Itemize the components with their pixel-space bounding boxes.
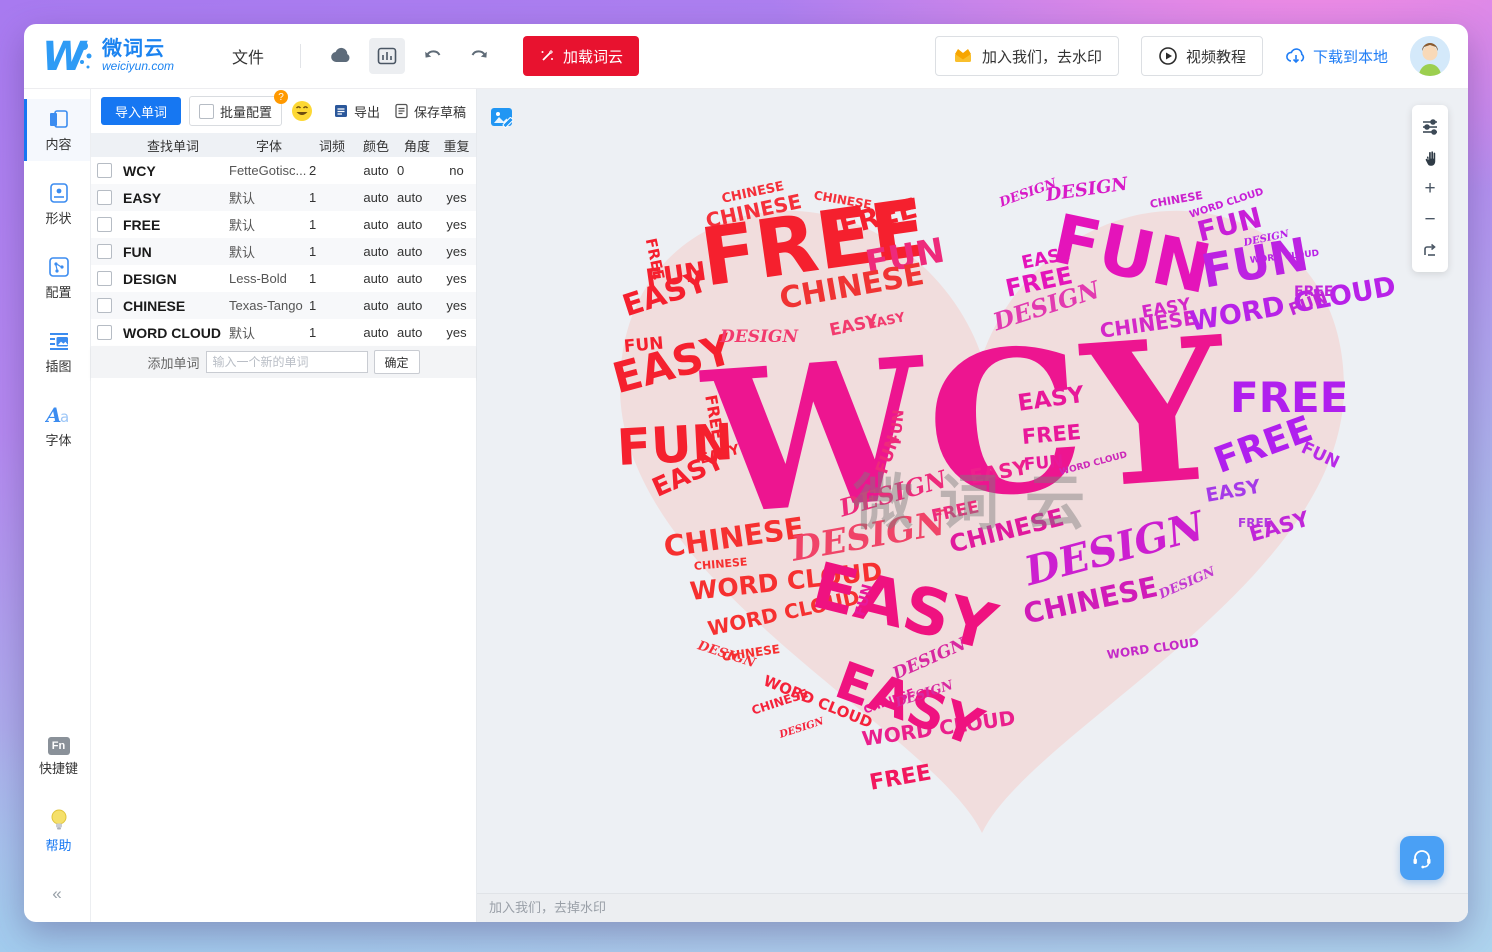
table-row[interactable]: WCY FetteGotisc... 2 auto 0 no: [91, 157, 476, 184]
sidebar-item-config[interactable]: 配置: [24, 247, 90, 309]
row-checkbox[interactable]: [96, 325, 112, 340]
download-local-link[interactable]: 下载到本地: [1285, 46, 1388, 67]
page-background: W 微词云 weiciyun.com 文件 加载词云 加入我们，去水印 视频教程…: [0, 0, 1492, 952]
word-table-body: WCY FetteGotisc... 2 auto 0 no EASY 默认 1 auto auto…: [91, 157, 476, 346]
image-edit-icon[interactable]: [489, 105, 517, 136]
magic-wand-icon: [541, 50, 554, 61]
zoom-out-button[interactable]: −: [1412, 204, 1448, 235]
lightbulb-icon: [51, 809, 66, 830]
join-us-button[interactable]: 加入我们，去水印: [934, 36, 1119, 76]
shape-icon: [49, 183, 68, 203]
svg-text:a: a: [60, 408, 69, 426]
export-button[interactable]: 导出: [333, 102, 380, 121]
sidebar-item-font[interactable]: A a 字体: [24, 395, 90, 457]
table-row[interactable]: FREE 默认 1 auto auto yes: [91, 211, 476, 238]
config-icon: [48, 257, 69, 277]
word-table-header: 查找单词 字体 词频 颜色 角度 重复: [91, 133, 476, 157]
canvas-area[interactable]: 微词云 CHINESE CHINESE CHINESE FREE FREE FUN FREE…: [477, 89, 1468, 922]
row-checkbox[interactable]: [96, 298, 112, 313]
app-window: W 微词云 weiciyun.com 文件 加载词云 加入我们，去水印 视频教程…: [24, 24, 1468, 922]
laugh-emoji-icon[interactable]: [290, 99, 314, 123]
load-wordcloud-button[interactable]: 加载词云: [523, 36, 640, 76]
row-checkbox[interactable]: [96, 244, 112, 259]
save-draft-button[interactable]: 保存草稿: [394, 102, 466, 121]
svg-text:W: W: [42, 34, 88, 78]
table-row[interactable]: EASY 默认 1 auto auto yes: [91, 184, 476, 211]
watermark-hint: 加入我们，去掉水印: [477, 893, 1468, 922]
avatar[interactable]: [1410, 36, 1450, 76]
sidebar-item-content[interactable]: 内容: [24, 99, 90, 161]
sidebar: 内容 形状 配置 插图 A a 字体 Fn 快捷键 帮助 «: [24, 89, 91, 922]
add-word-row: 添加单词 确定: [91, 346, 476, 378]
row-checkbox[interactable]: [96, 163, 112, 178]
add-word-input[interactable]: [205, 351, 368, 373]
video-tutorial-button[interactable]: 视频教程: [1140, 36, 1263, 76]
play-circle-icon: [1159, 47, 1177, 65]
help-badge-icon[interactable]: ?: [274, 90, 289, 104]
table-row[interactable]: DESIGN Less-Bold 1 auto auto yes: [91, 265, 476, 292]
adjust-sliders-icon[interactable]: [1412, 111, 1448, 142]
undo-icon[interactable]: [415, 38, 451, 74]
headset-icon: [1413, 850, 1431, 869]
canvas-toolbar: + −: [1412, 105, 1448, 272]
table-row[interactable]: FUN 默认 1 auto auto yes: [91, 238, 476, 265]
confirm-button[interactable]: 确定: [373, 350, 420, 374]
font-icon: A a: [45, 403, 69, 427]
cloud-word: FREE: [1020, 419, 1082, 449]
logo-subtitle: weiciyun.com: [102, 59, 175, 74]
sidebar-item-illustration[interactable]: 插图: [24, 321, 90, 383]
content-icon: [49, 110, 68, 128]
crown-icon: [954, 49, 971, 62]
menu-file[interactable]: 文件: [232, 44, 264, 68]
zoom-in-button[interactable]: +: [1412, 173, 1448, 204]
word-panel: 导入单词 批量配置 ? 导出 保存草稿 查找单词 字体 词频 颜色 角度 重复 …: [91, 89, 477, 922]
row-checkbox[interactable]: [96, 190, 112, 205]
logo-w-icon: W: [42, 34, 92, 78]
cloud-upload-icon[interactable]: [323, 38, 359, 74]
panel-toolbar: 导入单词 批量配置 ? 导出 保存草稿: [91, 89, 476, 133]
draft-doc-icon: [395, 103, 408, 119]
import-words-button[interactable]: 导入单词: [101, 97, 182, 125]
reset-rotate-icon[interactable]: [1412, 235, 1448, 266]
redo-icon[interactable]: [461, 38, 497, 74]
table-row[interactable]: CHINESE Texas-Tango 1 auto auto yes: [91, 292, 476, 319]
sidebar-item-shape[interactable]: 形状: [24, 173, 90, 235]
table-row[interactable]: WORD CLOUD 默认 1 auto auto yes: [91, 319, 476, 346]
sidebar-item-help[interactable]: 帮助: [24, 800, 90, 862]
row-checkbox[interactable]: [96, 217, 112, 232]
export-doc-icon: [334, 105, 347, 117]
sidebar-item-shortcuts[interactable]: Fn 快捷键: [24, 726, 90, 788]
chart-icon[interactable]: [369, 38, 406, 74]
illustration-icon: [49, 333, 68, 350]
watermark: 微词云: [853, 469, 1111, 537]
header-divider: [300, 44, 302, 68]
fn-icon: Fn: [47, 737, 70, 755]
word-cloud[interactable]: 微词云 CHINESE CHINESE CHINESE FREE FREE FUN FREE…: [602, 174, 1398, 841]
batch-config-toggle[interactable]: 批量配置 ?: [189, 90, 289, 126]
header: W 微词云 weiciyun.com 文件 加载词云 加入我们，去水印 视频教程…: [24, 24, 1468, 89]
row-checkbox[interactable]: [96, 271, 112, 286]
add-word-label: 添加单词: [147, 355, 200, 371]
cloud-download-icon: [1286, 48, 1305, 64]
pan-hand-icon[interactable]: [1412, 142, 1448, 173]
support-button[interactable]: [1400, 836, 1444, 880]
batch-config-checkbox[interactable]: [199, 103, 215, 119]
sidebar-collapse-button[interactable]: «: [24, 874, 90, 914]
logo-title: 微词云: [102, 38, 165, 61]
app-logo[interactable]: W 微词云 weiciyun.com: [42, 34, 174, 78]
